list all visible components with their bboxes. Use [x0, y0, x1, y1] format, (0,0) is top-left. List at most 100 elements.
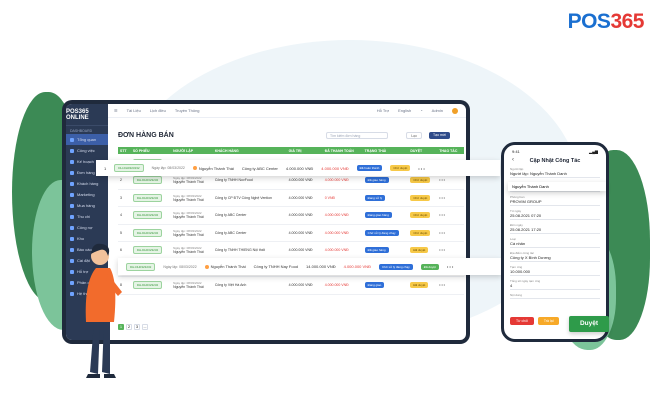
- order-code-badge[interactable]: DH-DH0323232: [132, 228, 163, 237]
- approve-badge: Chờ duyệt: [410, 194, 431, 201]
- field-value[interactable]: Công ty X Bình Dương: [510, 255, 600, 262]
- more-actions-icon[interactable]: • • •: [439, 283, 445, 287]
- column-header[interactable]: SỐ PHIẾU: [131, 147, 171, 154]
- form-field[interactable]: Loại Cá nhân: [510, 237, 600, 248]
- page-button[interactable]: ...: [142, 324, 148, 330]
- back-arrow-icon[interactable]: ‹: [512, 157, 514, 163]
- column-header[interactable]: DUYỆT: [408, 147, 437, 154]
- order-code-badge[interactable]: DH-DH0323232: [126, 262, 156, 271]
- sidebar-item[interactable]: Khách hàng: [66, 178, 108, 189]
- phone-time: 9:41: [512, 149, 520, 154]
- order-code-badge[interactable]: DH-DH0323232: [114, 164, 144, 172]
- column-header[interactable]: GIÁ TRỊ: [287, 147, 323, 154]
- customer-name: Công ty TNHH THIENG Nội thất: [214, 248, 265, 253]
- more-actions-icon[interactable]: • • •: [447, 264, 453, 269]
- sidebar-item-icon: [70, 280, 74, 285]
- field-value[interactable]: [510, 297, 600, 299]
- filter-button[interactable]: Lọc: [406, 132, 422, 139]
- table-row[interactable]: 4 DH-DH0323232 Ngày lập: 08/03/2022 Nguyễn …: [118, 207, 464, 225]
- order-value: 14.000.000 VNĐ: [306, 264, 336, 269]
- table-cell: Ngày lập: 08/03/2022Nguyễn Thành Thái: [171, 207, 213, 225]
- more-actions-icon[interactable]: • • •: [439, 178, 445, 182]
- field-value[interactable]: 4: [510, 283, 600, 290]
- paid-amount: 4.000.000 VNĐ: [324, 230, 349, 235]
- search-input[interactable]: Tìm kiếm đơn hàng: [326, 132, 388, 139]
- sidebar-item-icon: [70, 258, 74, 263]
- add-order-button[interactable]: Tạo mới: [429, 132, 450, 139]
- highlight-row-1[interactable]: 1 DH-DH0323232 Ngày lập: 08/03/2022 Nguy…: [96, 160, 500, 176]
- avatar[interactable]: [452, 107, 458, 114]
- table-row[interactable]: 5 DH-DH0323232 Ngày lập: 08/03/2022 Nguyễn …: [118, 224, 464, 242]
- table-row[interactable]: 6 DH-DH0323232 Ngày lập: 08/03/2022 Nguyễn …: [118, 242, 464, 259]
- order-code-badge[interactable]: DH-DH0323232: [132, 193, 163, 202]
- column-header[interactable]: NGƯỜI LẬP: [171, 147, 213, 154]
- sidebar-item[interactable]: Mua hàng: [66, 200, 108, 211]
- table-row[interactable]: 8 DH-DH0323232 Ngày lập: 08/03/2022 Nguyễn …: [118, 277, 464, 295]
- highlight-row-2[interactable]: DH-DH0323232 Ngày lập: 08/03/2022 Nguyễn…: [118, 258, 502, 275]
- return-button[interactable]: Trả lại: [537, 317, 560, 325]
- page-button[interactable]: 2: [126, 324, 132, 330]
- topbar-language[interactable]: English: [398, 108, 411, 113]
- user-avatar: [192, 166, 197, 170]
- form-field[interactable]: Phòng ban PROVIM GROUP: [510, 195, 600, 206]
- reject-button[interactable]: Từ chối: [510, 317, 534, 325]
- topbar-support[interactable]: Hỗ Trợ: [377, 108, 389, 113]
- order-code-badge[interactable]: DH-DH0323232: [132, 211, 163, 220]
- order-code-badge[interactable]: DH-DH0323232: [132, 246, 163, 255]
- field-value[interactable]: 10.000.000: [510, 269, 600, 276]
- field-value[interactable]: Cá nhân: [510, 241, 600, 248]
- more-actions-icon[interactable]: • • •: [439, 231, 445, 235]
- sidebar-item[interactable]: Thu chi: [66, 211, 108, 222]
- bell-icon[interactable]: ◔: [420, 108, 422, 113]
- sidebar-item-icon: [70, 247, 74, 252]
- topbar-user[interactable]: Admin: [432, 108, 443, 113]
- field-value[interactable]: 25.08.2021 07:20: [510, 213, 600, 220]
- table-cell: Đang xử lý: [363, 189, 409, 207]
- creator: Nguyễn Thành Thái: [173, 232, 204, 237]
- column-header[interactable]: KHÁCH HÀNG: [213, 147, 287, 154]
- column-header[interactable]: STT: [118, 147, 131, 154]
- field-value[interactable]: PROVIM GROUP: [510, 199, 600, 206]
- status-badge: Đã giao hàng: [364, 177, 389, 184]
- sidebar-item[interactable]: Tổng quan: [66, 134, 108, 145]
- column-header[interactable]: ĐÃ THANH TOÁN: [323, 147, 363, 154]
- order-code-badge[interactable]: DH-DH0323232: [132, 176, 163, 185]
- more-actions-icon[interactable]: • • •: [439, 196, 445, 200]
- menu-icon[interactable]: ☰: [114, 108, 118, 113]
- table-cell: Công ty ABC Center: [213, 207, 287, 225]
- form-field[interactable]: Địa điểm công tác Công ty X Bình Dương: [510, 251, 600, 262]
- form-field[interactable]: Tổng số ngày tạm ứng 4: [510, 279, 600, 290]
- customer-name: Công ty ABC Center: [214, 213, 247, 218]
- column-header[interactable]: THAO TÁC: [437, 147, 464, 154]
- page-button[interactable]: 3: [134, 324, 140, 330]
- sidebar-item[interactable]: Công việc: [66, 145, 108, 156]
- order-value: 4.000.000 VNĐ: [288, 283, 313, 288]
- form-field[interactable]: Đến ngày 25.08.2021 17:20: [510, 223, 600, 234]
- approve-button[interactable]: Duyệt: [569, 316, 609, 332]
- topbar-link[interactable]: Tài Liệu: [127, 108, 141, 113]
- form-field[interactable]: Người lập Người lập: Nguyễn Thành Danh: [510, 167, 600, 178]
- order-value: 4.000.000 VNĐ: [288, 230, 313, 235]
- sidebar-item-icon: [70, 291, 74, 296]
- field-value[interactable]: Người lập: Nguyễn Thành Danh: [510, 171, 600, 178]
- more-actions-icon[interactable]: • • •: [439, 248, 445, 252]
- paid-amount: 4.000.000 VNĐ: [324, 248, 349, 253]
- form-field[interactable]: Tạm ứng 10.000.000: [510, 265, 600, 276]
- column-header[interactable]: TRẠNG THÁI: [363, 147, 409, 154]
- form-field[interactable]: Từ ngày 25.08.2021 07:20: [510, 209, 600, 220]
- order-code-badge[interactable]: DH-DH0323232: [132, 281, 163, 290]
- phone-actions: Từ chối Trả lại: [510, 317, 560, 325]
- phone-title: Cập Nhật Công Tác: [529, 158, 581, 164]
- topbar-link[interactable]: Lịch điều: [150, 108, 166, 113]
- sidebar-item[interactable]: Marketing: [66, 189, 108, 200]
- topbar-link[interactable]: Truyền Thông: [175, 108, 200, 113]
- table-cell: 4.000.000 VNĐ: [323, 277, 363, 295]
- table-row[interactable]: 3 DH-DH0323232 Ngày lập: 08/03/2022 Nguyễn …: [118, 189, 464, 207]
- field-value[interactable]: 25.08.2021 17:20: [510, 227, 600, 234]
- employee-floating-field[interactable]: Nguyễn Thành Danh: [508, 182, 606, 191]
- form-field[interactable]: Nội dung: [510, 293, 600, 299]
- creator: Nguyễn Thành Thái: [192, 166, 234, 171]
- more-actions-icon[interactable]: • • •: [439, 213, 445, 217]
- approve-badge: Đã duyệt: [420, 263, 439, 270]
- more-actions-icon[interactable]: • • •: [418, 166, 424, 171]
